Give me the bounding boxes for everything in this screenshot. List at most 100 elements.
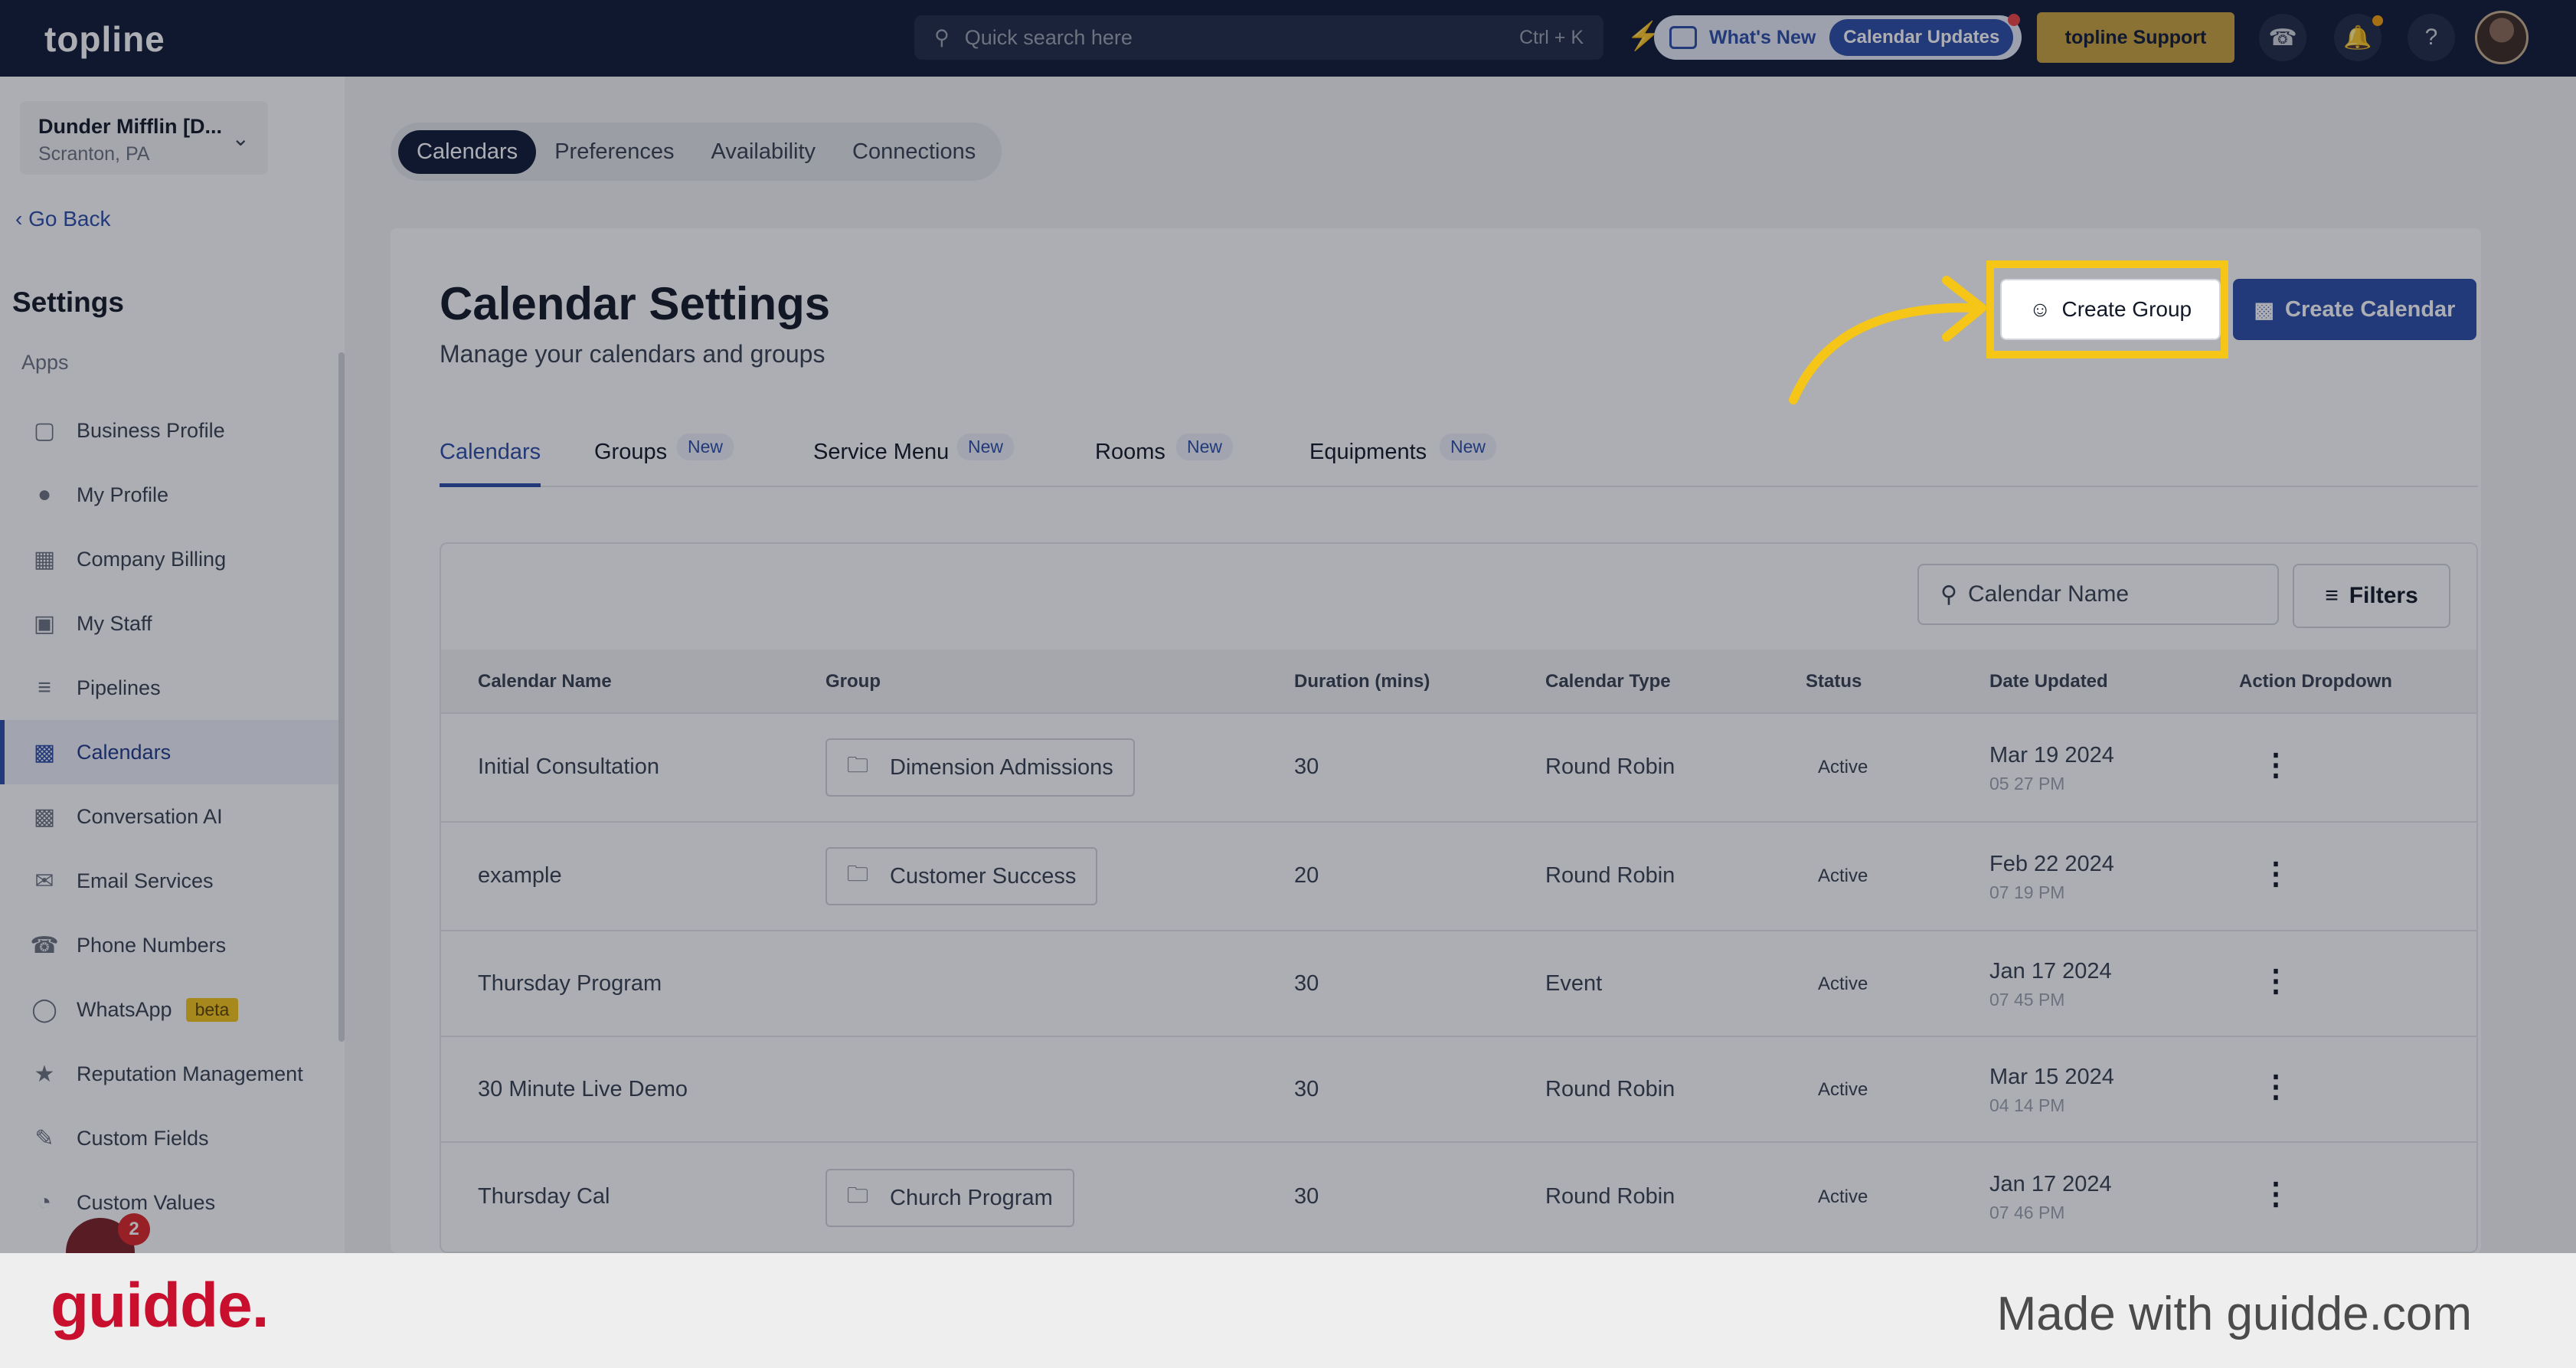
group-tag[interactable]: 🗀 Customer Success [825,847,1098,905]
calendar-name[interactable]: 30 Minute Live Demo [478,1077,688,1102]
sidebar-item-pipelines[interactable]: ≡ Pipelines [0,656,340,720]
account-name: Dunder Mifflin [D... [38,115,222,138]
sidebar-item-label: My Staff [77,611,152,635]
date-updated: Mar 15 2024 [1989,1065,2114,1089]
header-calendar-type[interactable]: Calendar Type [1545,671,1671,692]
apps-label: Apps [21,351,69,374]
calendar-name[interactable]: example [478,863,562,889]
calendar-name[interactable]: Thursday Cal [478,1184,610,1209]
highlight-box [1986,260,2228,358]
subtab-service-menu[interactable]: Service Menu [813,440,949,487]
duration: 30 [1294,1184,1319,1209]
announcement-icon [1669,26,1697,49]
tab-preferences[interactable]: Preferences [536,130,692,174]
create-calendar-button[interactable]: ▩ Create Calendar [2233,279,2476,340]
filters-label: Filters [2349,583,2418,608]
status-badge: Active [1818,1079,1868,1100]
app-logo[interactable]: topline [44,18,165,60]
header-calendar-name[interactable]: Calendar Name [478,671,612,692]
header-duration[interactable]: Duration (mins) [1294,671,1430,692]
email-icon: ✉ [34,868,54,894]
subtab-rooms[interactable]: Rooms [1095,440,1165,487]
calendar-name[interactable]: Initial Consultation [478,754,659,780]
sidebar-item-label: Pipelines [77,676,161,699]
sidebar-item-label: Calendars [77,740,172,764]
sidebar-item-calendars[interactable]: ▩ Calendars [0,720,340,784]
duration: 30 [1294,971,1319,996]
tab-calendars[interactable]: Calendars [398,129,537,174]
filters-button[interactable]: ≡ Filters [2293,564,2450,628]
sidebar-scrollbar[interactable] [338,352,345,1042]
table-row[interactable]: Initial Consultation 🗀 Dimension Admissio… [441,714,2476,823]
table-row[interactable]: Thursday Program 30 Event Active Jan 17 … [441,931,2476,1037]
more-vertical-icon[interactable]: ⋮ [2261,1177,2291,1212]
sidebar-item-my-profile[interactable]: ● My Profile [0,463,340,527]
notification-dot [2008,14,2020,26]
help-icon[interactable]: ? [2408,14,2455,61]
phone-icon[interactable]: ☎ [2259,14,2306,61]
subtab-groups[interactable]: Groups [594,440,667,487]
account-location: Scranton, PA [38,143,150,165]
calendar-type: Round Robin [1545,1077,1675,1101]
calendar-name[interactable]: Thursday Program [478,971,662,997]
sidebar-item-label: Email Services [77,869,214,892]
sidebar-item-whatsapp[interactable]: ◯ WhatsApp beta [0,977,340,1042]
group-tag[interactable]: 🗀 Dimension Admissions [825,738,1135,797]
tab-connections[interactable]: Connections [834,130,994,174]
sidebar-item-business-profile[interactable]: ▢ Business Profile [0,398,340,463]
sidebar-item-label: My Profile [77,483,169,506]
sidebar-item-conversation-ai[interactable]: ▩ Conversation AI [0,784,340,849]
phone-icon: ☎ [30,932,59,958]
user-icon: ● [37,482,52,507]
sidebar-item-label: Conversation AI [77,804,223,828]
sidebar-item-custom-values[interactable]: ◔ Custom Values [0,1170,340,1235]
chat-icon: ▩ [33,803,56,830]
header-status[interactable]: Status [1806,671,1862,692]
table-row[interactable]: Thursday Cal 🗀 Church Program 30 Round Ro… [441,1143,2476,1252]
whats-new-button[interactable]: What's New Calendar Updates [1654,14,2022,60]
quick-search-input[interactable]: ⚲ Quick search here Ctrl + K [914,15,1603,60]
table-row[interactable]: example 🗀 Customer Success 20 Round Robin… [441,823,2476,931]
folder-icon: 🗀 [847,753,869,777]
header-group[interactable]: Group [825,671,881,692]
search-icon: ⚲ [1940,581,1957,607]
more-vertical-icon[interactable]: ⋮ [2261,748,2291,783]
subtab-calendars[interactable]: Calendars [440,440,541,487]
tab-availability[interactable]: Availability [693,130,834,174]
more-vertical-icon[interactable]: ⋮ [2261,1069,2291,1105]
avatar[interactable] [2475,11,2529,64]
calendar-type: Round Robin [1545,754,1675,779]
sidebar-item-custom-fields[interactable]: ✎ Custom Fields [0,1106,340,1170]
guidde-logo[interactable]: guidde. [51,1270,270,1342]
sidebar-item-label: Company Billing [77,547,227,571]
top-tabs: Calendars Preferences Availability Conne… [391,123,1002,181]
sidebar-item-label: WhatsApp [77,997,172,1021]
sub-tabs: Calendars Groups New Service Menu New Ro… [440,429,2478,487]
go-back-link[interactable]: ‹ Go Back [15,207,111,231]
status-badge: Active [1818,974,1868,994]
group-tag[interactable]: 🗀 Church Program [825,1169,1074,1227]
table-row[interactable]: 30 Minute Live Demo 30 Round Robin Activ… [441,1037,2476,1143]
filter-icon: ≡ [2325,583,2339,608]
beta-badge: beta [185,997,239,1022]
sidebar-item-email-services[interactable]: ✉ Email Services [0,849,340,913]
more-vertical-icon[interactable]: ⋮ [2261,964,2291,999]
edit-icon: ✎ [34,1125,54,1151]
support-button[interactable]: topline Support [2037,12,2234,63]
sidebar-item-company-billing[interactable]: ▦ Company Billing [0,527,340,591]
sidebar-item-label: Reputation Management [77,1062,303,1085]
calendar-type: Event [1545,971,1603,996]
calendar-updates-pill[interactable]: Calendar Updates [1829,19,2014,56]
sidebar-item-phone-numbers[interactable]: ☎ Phone Numbers [0,913,340,977]
whatsapp-icon: ◯ [31,997,57,1023]
go-back-label: Go Back [28,207,111,231]
more-vertical-icon[interactable]: ⋮ [2261,856,2291,892]
lightning-icon[interactable]: ⚡ [1626,20,1661,55]
account-switcher[interactable]: Dunder Mifflin [D... Scranton, PA ⌄ [20,101,268,175]
subtab-equipments[interactable]: Equipments [1309,440,1427,487]
new-badge: New [677,434,734,460]
calendar-search-input[interactable]: ⚲ Calendar Name [1917,564,2279,625]
header-date-updated[interactable]: Date Updated [1989,671,2108,692]
sidebar-item-reputation-management[interactable]: ★ Reputation Management [0,1042,340,1106]
sidebar-item-my-staff[interactable]: ▣ My Staff [0,591,340,656]
